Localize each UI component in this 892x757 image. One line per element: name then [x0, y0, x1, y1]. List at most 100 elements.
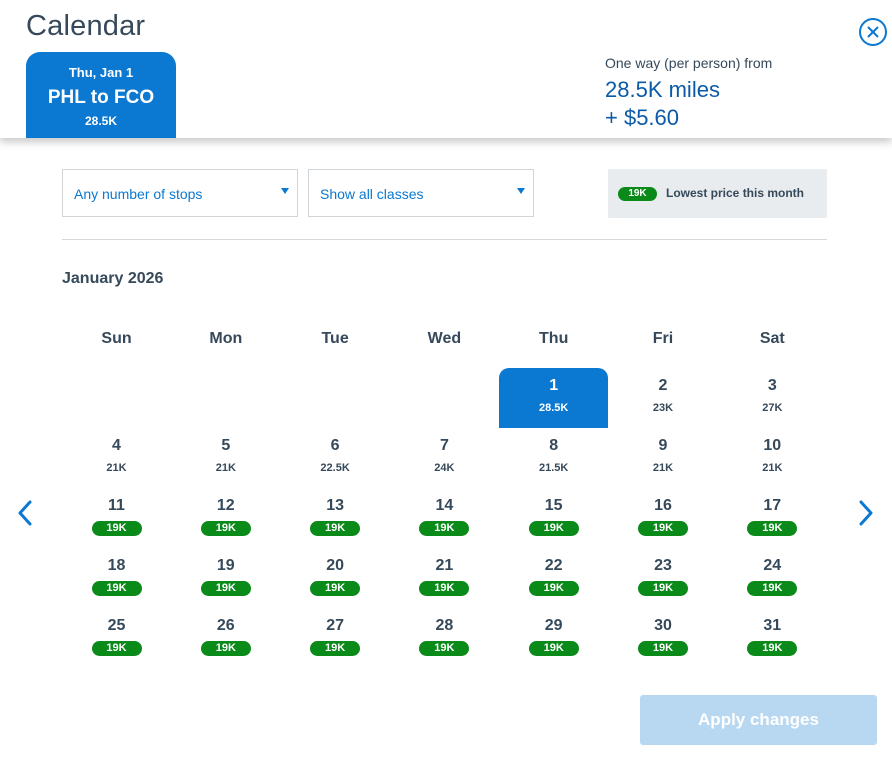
day-price: 21K: [215, 462, 236, 474]
calendar-day-17[interactable]: 17 19K: [718, 488, 827, 548]
day-price-lowest-badge: 19K: [200, 641, 251, 656]
calendar-day-1[interactable]: 1 28.5K: [499, 368, 609, 428]
day-number: 6: [330, 437, 340, 454]
day-number: 19: [216, 557, 235, 574]
day-price-lowest-badge: 19K: [747, 641, 798, 656]
calendar-day-30[interactable]: 30 19K: [609, 608, 718, 668]
day-number: 31: [763, 617, 782, 634]
day-price-lowest-badge: 19K: [200, 581, 251, 596]
calendar-day-22[interactable]: 22 19K: [499, 548, 608, 608]
day-price: 28.5K: [539, 402, 569, 414]
day-price-lowest-badge: 19K: [91, 641, 142, 656]
calendar-day-24[interactable]: 24 19K: [718, 548, 827, 608]
calendar-day-12[interactable]: 12 19K: [171, 488, 280, 548]
calendar-day-21[interactable]: 21 19K: [390, 548, 499, 608]
calendar-day-19[interactable]: 19 19K: [171, 548, 280, 608]
day-number: 29: [544, 617, 563, 634]
calendar-day-26[interactable]: 26 19K: [171, 608, 280, 668]
close-button[interactable]: [858, 17, 888, 47]
weekday-label: Mon: [209, 330, 243, 347]
day-number: 16: [654, 497, 672, 514]
prev-month-button[interactable]: [15, 498, 35, 528]
day-price: 24K: [434, 462, 455, 474]
day-number: 3: [767, 377, 777, 394]
calendar-day-9[interactable]: 9 21K: [609, 428, 718, 488]
day-price-lowest-badge: 19K: [419, 521, 470, 536]
day-price-lowest-badge: 19K: [310, 581, 361, 596]
weekday-label: Tue: [321, 330, 349, 347]
calendar-day-20[interactable]: 20 19K: [281, 548, 390, 608]
close-circle-icon: [859, 18, 887, 46]
day-number: 25: [107, 617, 126, 634]
day-number: 24: [763, 557, 782, 574]
day-price-lowest-badge: 19K: [310, 521, 361, 536]
calendar-day-13[interactable]: 13 19K: [281, 488, 390, 548]
lowest-price-text: Lowest price this month: [666, 186, 805, 200]
day-price: 21.5K: [539, 462, 569, 474]
day-price-lowest-badge: 19K: [638, 521, 688, 536]
day-number: 28: [435, 617, 454, 634]
calendar-day-14[interactable]: 14 19K: [390, 488, 499, 548]
page-title: Calendar: [26, 10, 146, 42]
classes-dropdown[interactable]: Show all classes: [308, 169, 534, 217]
day-number: 18: [107, 557, 126, 574]
calendar-day-8[interactable]: 8 21.5K: [499, 428, 608, 488]
day-number: 5: [221, 437, 231, 454]
day-number: 17: [763, 497, 782, 514]
calendar-day-27[interactable]: 27 19K: [281, 608, 390, 668]
day-price-lowest-badge: 19K: [528, 641, 579, 656]
calendar-day-15[interactable]: 15 19K: [499, 488, 608, 548]
calendar-day-25[interactable]: 25 19K: [62, 608, 171, 668]
day-number: 23: [654, 557, 672, 574]
day-number: 20: [326, 557, 344, 574]
day-price-lowest-badge: 19K: [638, 581, 688, 596]
calendar-day-29[interactable]: 29 19K: [499, 608, 608, 668]
day-number: 1: [549, 377, 559, 394]
day-number: 15: [544, 497, 563, 514]
lowest-price-pill: 19K: [618, 187, 657, 201]
flight-tab-route: PHL to FCO: [47, 87, 155, 108]
weekday-label: Sun: [101, 330, 132, 347]
price-summary-miles: 28.5K miles: [605, 77, 720, 102]
apply-changes-button[interactable]: Apply changes: [640, 695, 877, 745]
day-number: 14: [435, 497, 454, 514]
day-price-lowest-badge: 19K: [91, 521, 142, 536]
calendar-day-28[interactable]: 28 19K: [390, 608, 499, 668]
day-number: 13: [326, 497, 344, 514]
next-month-button[interactable]: [856, 498, 876, 528]
calendar-day-11[interactable]: 11 19K: [62, 488, 171, 548]
day-price: 22.5K: [320, 462, 350, 474]
calendar-day-5[interactable]: 5 21K: [171, 428, 280, 488]
calendar-day-4[interactable]: 4 21K: [62, 428, 171, 488]
calendar-day-6[interactable]: 6 22.5K: [281, 428, 390, 488]
day-number: 4: [112, 437, 121, 454]
day-number: 11: [108, 497, 125, 514]
day-number: 26: [216, 617, 235, 634]
flight-tab[interactable]: Thu, Jan 1 PHL to FCO 28.5K: [26, 52, 176, 138]
weekday-label: Wed: [427, 330, 462, 347]
day-number: 27: [326, 617, 344, 634]
calendar-day-31[interactable]: 31 19K: [718, 608, 827, 668]
calendar-day-3[interactable]: 3 27K: [718, 368, 827, 428]
day-price-lowest-badge: 19K: [200, 521, 251, 536]
day-number: 10: [763, 437, 782, 454]
day-price-lowest-badge: 19K: [747, 521, 798, 536]
calendar-day-18[interactable]: 18 19K: [62, 548, 171, 608]
day-price-lowest-badge: 19K: [91, 581, 142, 596]
price-summary: One way (per person) from 28.5K miles + …: [605, 55, 772, 131]
caret-down-icon: [517, 188, 525, 194]
day-price-lowest-badge: 19K: [747, 581, 798, 596]
calendar-day-2[interactable]: 2 23K: [609, 368, 718, 428]
day-number: 22: [544, 557, 563, 574]
stops-dropdown-value: Any number of stops: [74, 186, 203, 202]
day-price: 21K: [762, 462, 783, 474]
caret-down-icon: [281, 188, 289, 194]
weekday-label: Fri: [652, 330, 674, 347]
divider: [62, 239, 827, 240]
calendar-day-7[interactable]: 7 24K: [390, 428, 499, 488]
calendar-day-10[interactable]: 10 21K: [718, 428, 827, 488]
flight-tab-date: Thu, Jan 1: [68, 65, 134, 80]
calendar-day-16[interactable]: 16 19K: [609, 488, 718, 548]
stops-dropdown[interactable]: Any number of stops: [62, 169, 298, 217]
calendar-day-23[interactable]: 23 19K: [609, 548, 718, 608]
